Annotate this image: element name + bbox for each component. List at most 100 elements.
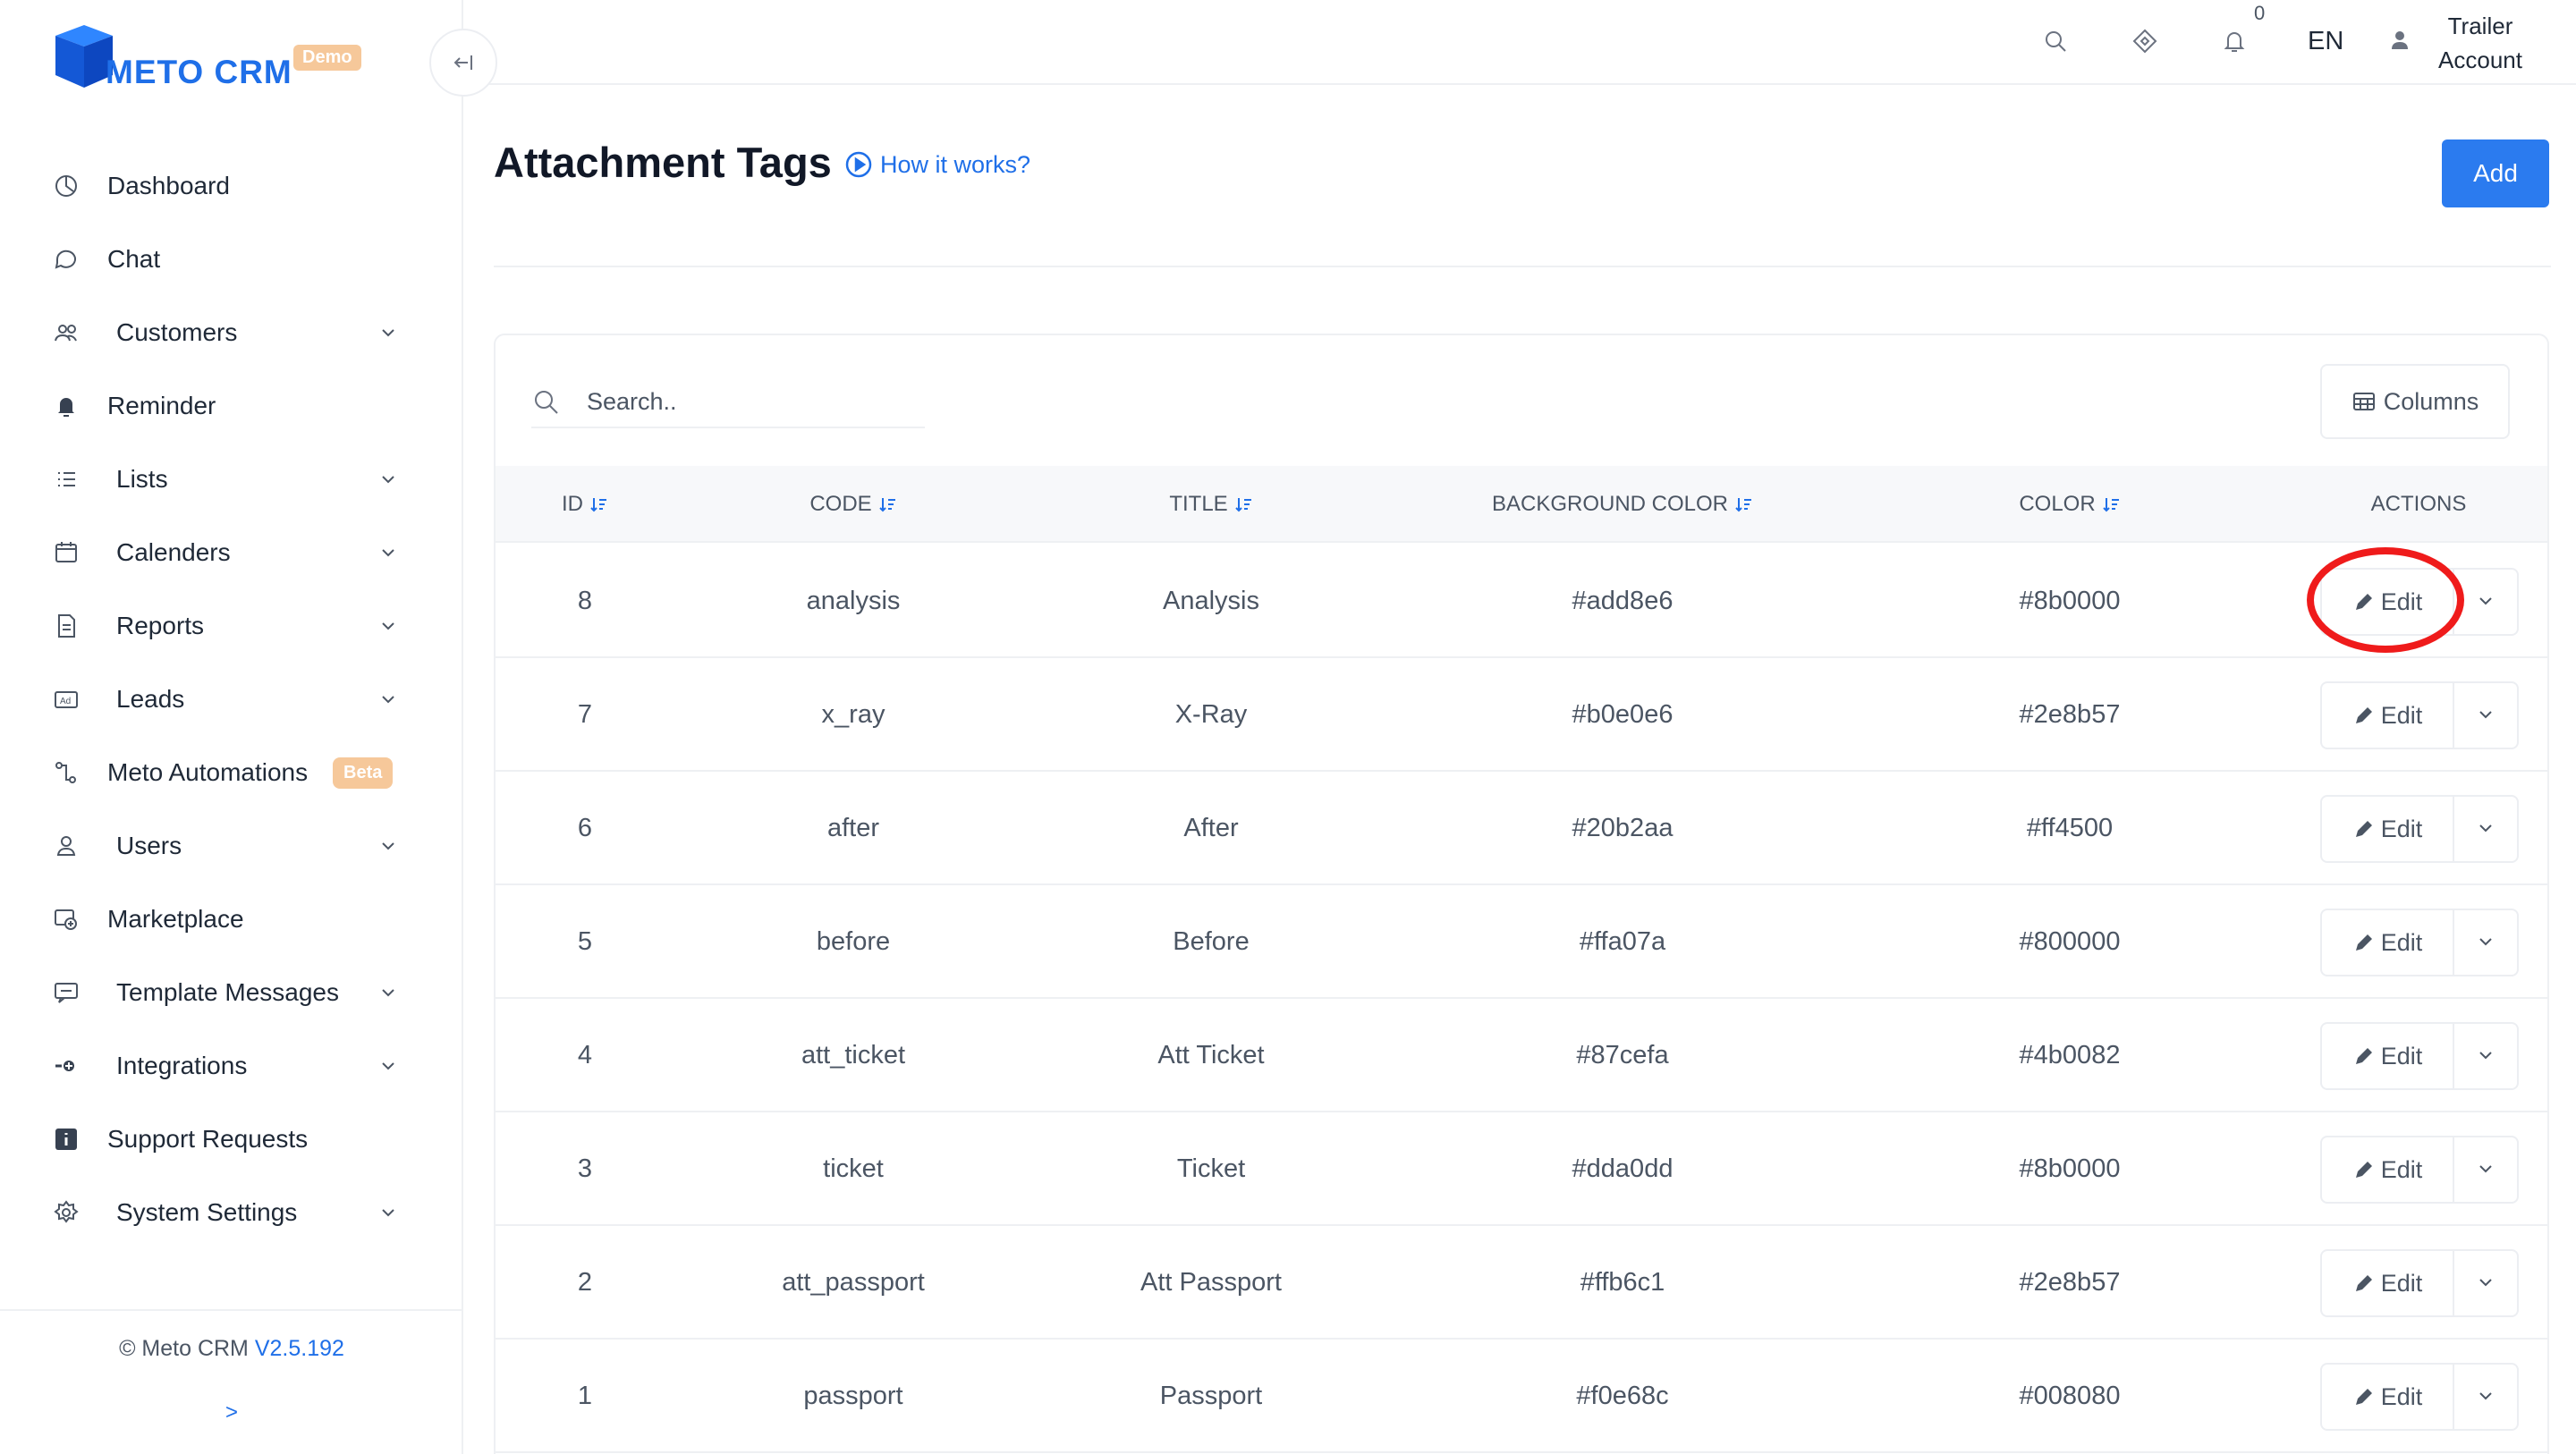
copyright-text: © Meto CRM: [119, 1336, 249, 1361]
how-it-works-label: How it works?: [880, 150, 1031, 178]
sidebar-item-label: Reminder: [107, 392, 216, 419]
cell-color: #ff4500: [2026, 814, 2114, 842]
header-color-label: COLOR: [2019, 492, 2096, 516]
more-actions-button[interactable]: [2454, 570, 2517, 634]
cell-code: analysis: [806, 587, 901, 615]
chevron-down-icon[interactable]: [376, 1200, 401, 1225]
search-icon[interactable]: [2039, 25, 2072, 57]
sidebar-item-label: Support Requests: [107, 1125, 309, 1153]
sidebar-item-label: Template Messages: [116, 978, 340, 1006]
copyright: © Meto CRM V2.5.192: [0, 1336, 463, 1362]
more-actions-button[interactable]: [2454, 1251, 2517, 1315]
version-link[interactable]: V2.5.192: [255, 1336, 344, 1361]
chevron-down-icon[interactable]: [376, 833, 401, 858]
sidebar-item-dashboard[interactable]: Dashboard: [0, 149, 463, 223]
table-row: 8 analysis Analysis #add8e6 #8b0000 Edit: [496, 545, 2547, 658]
row-actions: Edit: [2320, 795, 2519, 863]
edit-button[interactable]: Edit: [2322, 1365, 2454, 1429]
header-background-color[interactable]: BACKGROUND COLOR: [1390, 466, 1855, 543]
diamond-icon[interactable]: [2129, 25, 2161, 57]
header-title-label: TITLE: [1169, 492, 1228, 516]
sidebar-item-template-messages[interactable]: Template Messages: [0, 956, 463, 1029]
chevron-down-icon: [2475, 931, 2496, 955]
header-title[interactable]: TITLE: [1032, 466, 1390, 543]
page-title: Attachment Tags: [494, 139, 832, 186]
chevron-down-icon: [2475, 704, 2496, 728]
edit-button[interactable]: Edit: [2322, 797, 2454, 861]
sidebar-item-integrations[interactable]: Integrations: [0, 1029, 463, 1103]
table-row: 7 x_ray X-Ray #b0e0e6 #2e8b57 Edit: [496, 658, 2547, 772]
pencil-icon: [2355, 594, 2372, 610]
cell-code: passport: [803, 1382, 903, 1410]
chevron-down-icon: [2475, 590, 2496, 614]
sidebar-item-support-requests[interactable]: Support Requests: [0, 1103, 463, 1176]
chevron-down-icon[interactable]: [376, 980, 401, 1005]
notification-bell-icon[interactable]: [2218, 25, 2250, 57]
sidebar-item-chat[interactable]: Chat: [0, 223, 463, 296]
edit-label: Edit: [2380, 1382, 2423, 1410]
edit-button[interactable]: Edit: [2322, 910, 2454, 975]
report-icon: [50, 610, 82, 642]
chevron-down-icon[interactable]: [376, 320, 401, 345]
automation-icon: [50, 757, 82, 789]
edit-button[interactable]: Edit: [2322, 1137, 2454, 1202]
pencil-icon: [2355, 707, 2372, 723]
sidebar-item-customers[interactable]: Customers: [0, 296, 463, 369]
chevron-down-icon[interactable]: [376, 687, 401, 712]
more-actions-button[interactable]: [2454, 910, 2517, 975]
pencil-icon: [2355, 821, 2372, 837]
how-it-works-link[interactable]: How it works?: [844, 150, 1030, 179]
cell-id: 1: [577, 1382, 593, 1410]
sidebar-item-meto-automations[interactable]: Meto Automations Beta: [0, 736, 463, 809]
sidebar-item-users[interactable]: Users: [0, 809, 463, 883]
app-logo[interactable]: METO CRM Demo: [48, 20, 370, 93]
language-selector[interactable]: EN: [2308, 27, 2343, 56]
cell-color: #008080: [2019, 1382, 2121, 1410]
chevron-down-icon[interactable]: [376, 1053, 401, 1078]
pencil-icon: [2355, 1048, 2372, 1064]
pencil-icon: [2355, 1162, 2372, 1178]
table-row: 4 att_ticket Att Ticket #87cefa #4b0082 Edit: [496, 999, 2547, 1112]
divider: [494, 266, 2551, 267]
sidebar-item-reminder[interactable]: Reminder: [0, 369, 463, 443]
sidebar-item-reports[interactable]: Reports: [0, 589, 463, 663]
more-actions-button[interactable]: [2454, 1024, 2517, 1088]
chevron-down-icon: [2475, 1385, 2496, 1409]
search-input[interactable]: [587, 384, 918, 419]
cell-background-color: #add8e6: [1572, 587, 1674, 615]
cell-code: ticket: [823, 1154, 884, 1183]
more-actions-button[interactable]: [2454, 683, 2517, 748]
chevron-down-icon[interactable]: [376, 467, 401, 492]
sidebar-item-lists[interactable]: Lists: [0, 443, 463, 516]
sidebar-item-marketplace[interactable]: Marketplace: [0, 883, 463, 956]
edit-button[interactable]: Edit: [2322, 683, 2454, 748]
header-code[interactable]: CODE: [674, 466, 1032, 543]
more-actions-button[interactable]: [2454, 1365, 2517, 1429]
header-id-label: ID: [562, 492, 583, 516]
header-color[interactable]: COLOR: [1855, 466, 2284, 543]
columns-button[interactable]: Columns: [2320, 364, 2510, 439]
more-actions-button[interactable]: [2454, 797, 2517, 861]
more-actions-button[interactable]: [2454, 1137, 2517, 1202]
collapse-sidebar-button[interactable]: [429, 29, 497, 97]
header-code-label: CODE: [809, 492, 872, 516]
sidebar-item-calenders[interactable]: Calenders: [0, 516, 463, 589]
sidebar-item-leads[interactable]: Ad Leads: [0, 663, 463, 736]
calendar-icon: [50, 537, 82, 569]
cell-id: 5: [577, 927, 593, 956]
edit-label: Edit: [2380, 1269, 2423, 1297]
header-id[interactable]: ID: [496, 466, 674, 543]
sidebar-item-label: Reports: [116, 612, 205, 639]
expand-sidebar-button[interactable]: >: [0, 1400, 463, 1425]
chevron-down-icon[interactable]: [376, 540, 401, 565]
chevron-down-icon[interactable]: [376, 613, 401, 638]
cell-code: att_passport: [782, 1268, 925, 1297]
add-button[interactable]: Add: [2442, 139, 2549, 207]
edit-button[interactable]: Edit: [2322, 1251, 2454, 1315]
sidebar-item-system-settings[interactable]: System Settings: [0, 1176, 463, 1249]
edit-button[interactable]: Edit: [2322, 1024, 2454, 1088]
edit-button[interactable]: Edit: [2322, 570, 2454, 634]
account-menu[interactable]: Trailer Account: [2413, 9, 2547, 77]
cell-background-color: #ffb6c1: [1580, 1268, 1665, 1297]
sidebar-item-label: Leads: [116, 685, 185, 713]
